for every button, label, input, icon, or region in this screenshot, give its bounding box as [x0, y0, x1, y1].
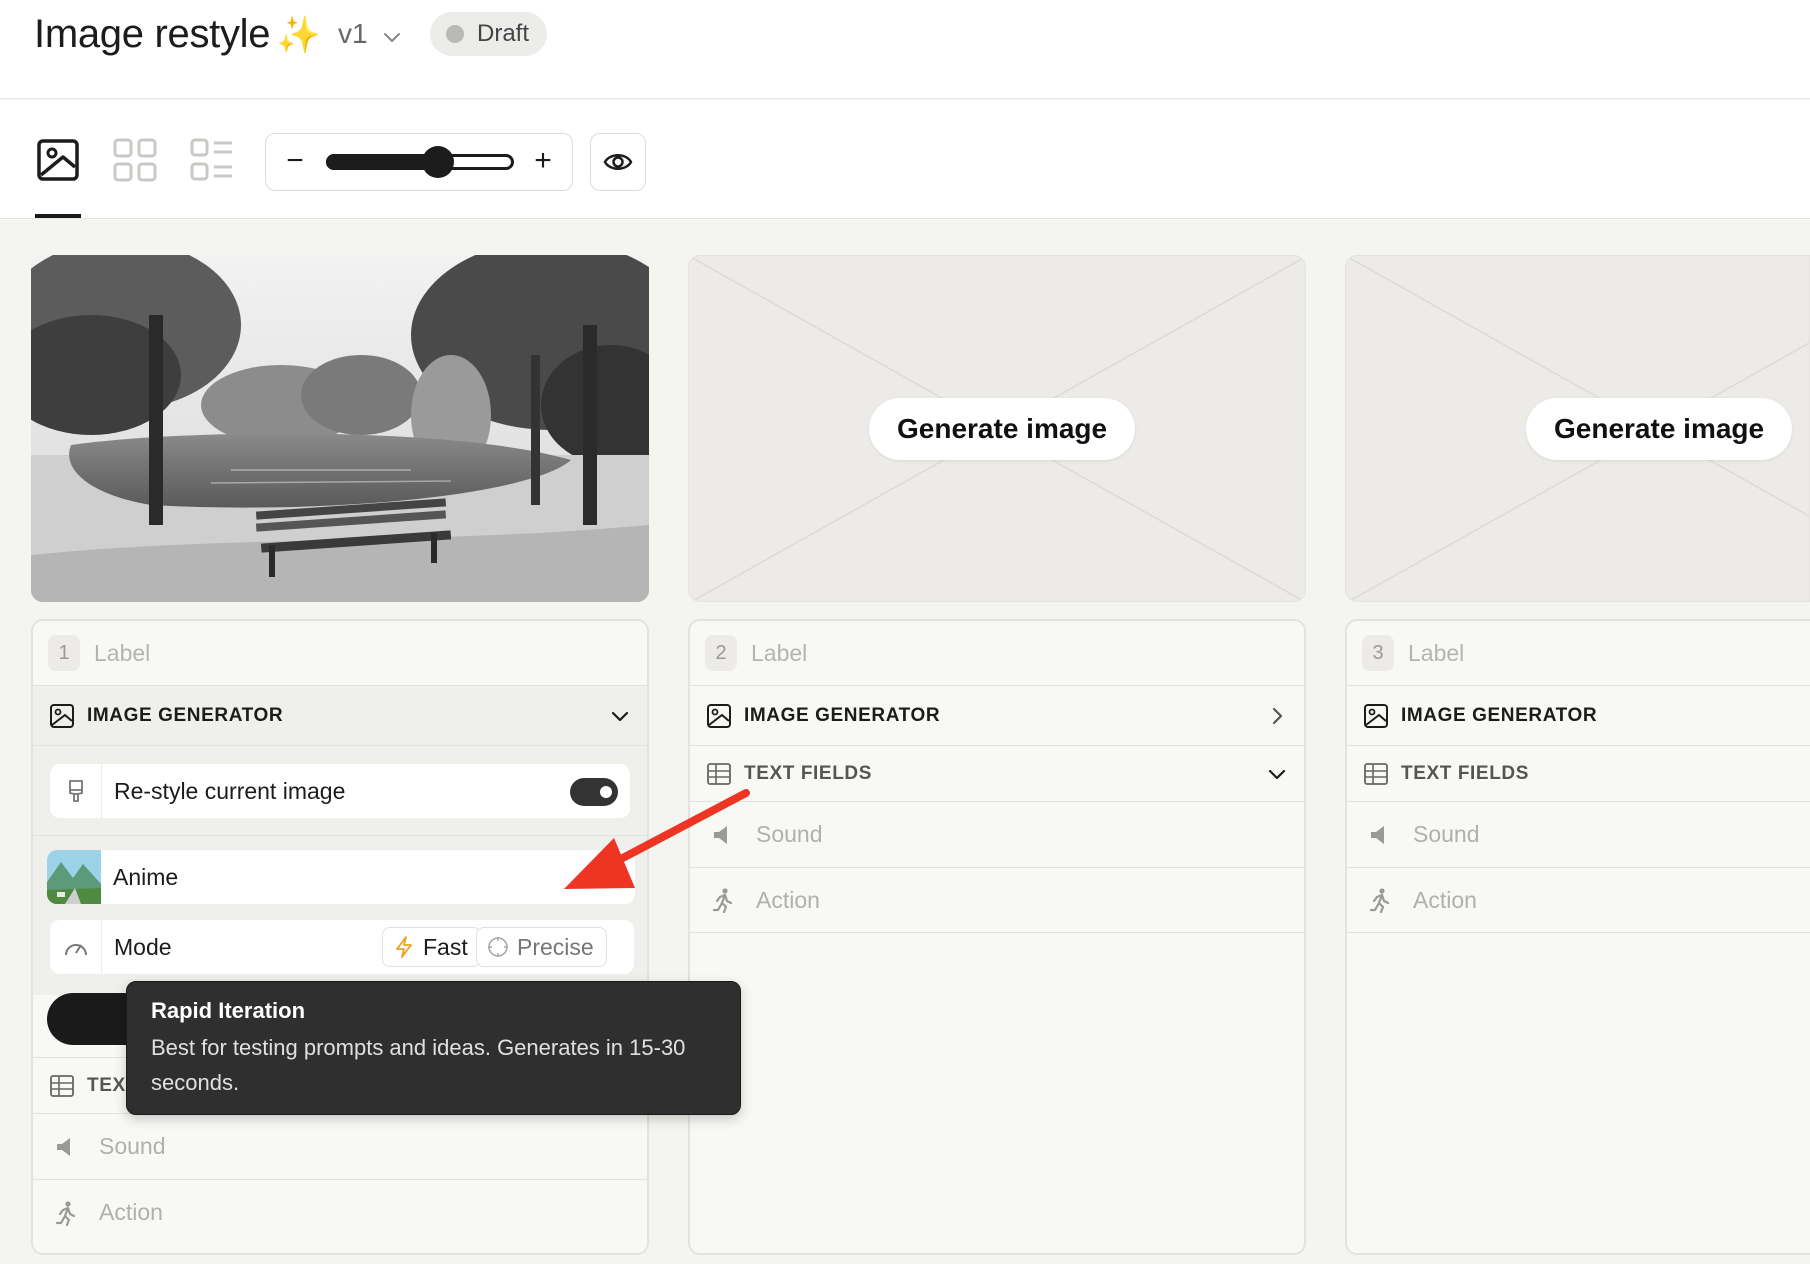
status-dot: [446, 25, 464, 43]
restyle-label: Re-style current image: [114, 777, 346, 804]
image-icon: [50, 703, 74, 728]
running-person-icon: [55, 1200, 76, 1226]
action-row[interactable]: Action: [1347, 867, 1810, 933]
active-view-indicator: [35, 214, 81, 218]
image-placeholder-3[interactable]: Generate image: [1345, 255, 1810, 602]
action-label: Action: [99, 1199, 163, 1225]
tooltip-body: Best for testing prompts and ideas. Gene…: [151, 1035, 686, 1095]
column-number: 1: [48, 635, 80, 671]
text-fields-header[interactable]: TEXT FIELDS: [1347, 745, 1810, 801]
sound-label: Sound: [1413, 821, 1480, 847]
target-icon: [488, 937, 508, 957]
running-person-icon: [712, 888, 733, 913]
generate-image-button[interactable]: Generate image: [1526, 398, 1793, 460]
table-icon: [707, 762, 731, 785]
section-title: TEXT FIELDS: [1401, 762, 1529, 784]
section-title: IMAGE GENERATOR: [87, 704, 284, 726]
zoom-slider-handle[interactable]: [422, 146, 454, 178]
sound-label: Sound: [99, 1133, 166, 1159]
speaker-icon: [714, 825, 727, 844]
lightning-icon: [396, 936, 412, 958]
zoom-slider-fill: [326, 154, 436, 170]
sparkle-icon: ✨: [276, 14, 321, 55]
speedometer-icon: [50, 920, 102, 974]
sound-label: Sound: [756, 821, 823, 847]
speaker-icon: [1371, 825, 1384, 844]
sound-row[interactable]: Sound: [33, 1113, 647, 1179]
column-number: 2: [705, 635, 737, 671]
action-label: Action: [756, 886, 820, 913]
speaker-icon: [57, 1137, 70, 1156]
mode-label: Mode: [114, 933, 172, 960]
eye-icon: [603, 154, 633, 170]
zoom-in-button[interactable]: +: [528, 144, 558, 178]
label-input[interactable]: Label: [751, 640, 807, 667]
anime-style-thumbnail: [47, 850, 101, 904]
status-text: Draft: [477, 20, 530, 47]
label-row[interactable]: 1 Label: [33, 621, 647, 685]
restyle-toggle-row[interactable]: Re-style current image: [50, 764, 630, 818]
sound-row[interactable]: Sound: [690, 801, 1304, 867]
sound-row[interactable]: Sound: [1347, 801, 1810, 867]
chevron-down-icon[interactable]: [1266, 763, 1288, 785]
action-label: Action: [1413, 886, 1477, 913]
toolbar: − +: [0, 100, 1810, 219]
action-row[interactable]: Action: [33, 1179, 647, 1245]
zoom-control: − +: [265, 133, 573, 191]
chevron-right-icon[interactable]: [1266, 705, 1288, 727]
style-settings-section: Anime Mode Fast Precise: [33, 835, 647, 995]
label-input[interactable]: Label: [94, 640, 150, 667]
style-selector[interactable]: Anime: [47, 850, 635, 904]
text-fields-header[interactable]: TEXT FIELDS: [690, 745, 1304, 801]
generate-image-button[interactable]: Generate image: [869, 398, 1136, 460]
chevron-down-icon[interactable]: [609, 705, 631, 727]
zoom-out-button[interactable]: −: [280, 144, 310, 178]
image-generator-header[interactable]: IMAGE GENERATOR: [1347, 685, 1810, 745]
column-panel-1: 1 Label IMAGE GENERATOR Re-style current…: [31, 619, 649, 1255]
mode-tooltip: Rapid Iteration Best for testing prompts…: [126, 981, 741, 1115]
page-title[interactable]: Image restyle: [34, 12, 271, 57]
label-row[interactable]: 2 Label: [690, 621, 1304, 685]
column-panel-2: 2 Label IMAGE GENERATOR TEXT FIELDS Soun…: [688, 619, 1306, 1255]
running-person-icon: [1369, 888, 1390, 913]
mode-precise-label: Precise: [517, 933, 594, 960]
paintbrush-icon: [50, 764, 102, 818]
image-placeholder-2[interactable]: Generate image: [688, 255, 1306, 602]
image-icon: [1364, 703, 1388, 728]
grid-view-icon[interactable]: [112, 137, 158, 183]
generated-image-1[interactable]: [31, 255, 649, 602]
mode-selector: Mode Fast Precise: [50, 920, 634, 974]
section-title: IMAGE GENERATOR: [744, 704, 941, 726]
mode-precise-option[interactable]: Precise: [476, 927, 607, 967]
status-badge: Draft: [430, 12, 548, 56]
list-view-icon[interactable]: [189, 137, 235, 183]
top-bar: Image restyle ✨ v1 Draft: [0, 0, 1810, 99]
image-view-icon[interactable]: [35, 137, 81, 183]
mode-fast-label: Fast: [423, 933, 468, 960]
restyle-toggle[interactable]: [570, 778, 618, 806]
column-number: 3: [1362, 635, 1394, 671]
action-row[interactable]: Action: [690, 867, 1304, 933]
image-generator-header[interactable]: IMAGE GENERATOR: [33, 685, 647, 745]
table-icon: [1364, 762, 1388, 785]
tooltip-title: Rapid Iteration: [151, 998, 306, 1023]
image-generator-header[interactable]: IMAGE GENERATOR: [690, 685, 1304, 745]
section-title: IMAGE GENERATOR: [1401, 704, 1598, 726]
label-input[interactable]: Label: [1408, 640, 1464, 667]
table-icon: [50, 1074, 74, 1097]
park-scene-image: [31, 255, 649, 602]
chevron-down-icon[interactable]: [381, 26, 403, 48]
mode-fast-option[interactable]: Fast: [382, 927, 481, 967]
label-row[interactable]: 3 Label: [1347, 621, 1810, 685]
restyle-section: Re-style current image: [33, 745, 647, 835]
section-title: TEXT FIELDS: [744, 762, 872, 784]
image-icon: [707, 703, 731, 728]
preview-button[interactable]: [590, 133, 646, 191]
toggle-knob: [600, 786, 612, 798]
version-label[interactable]: v1: [338, 18, 368, 50]
column-panel-3: 3 Label IMAGE GENERATOR TEXT FIELDS Soun…: [1345, 619, 1810, 1255]
